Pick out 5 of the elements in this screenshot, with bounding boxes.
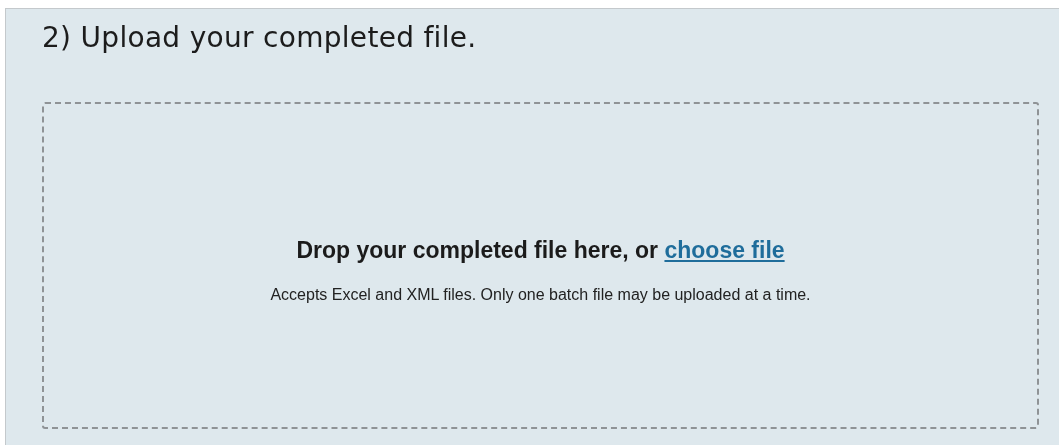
choose-file-link[interactable]: choose file <box>664 237 785 263</box>
drop-zone[interactable]: Drop your completed file here, or choose file Accepts Excel and XML files. Only one batch file may be uploaded at a time. <box>42 102 1039 429</box>
drop-prompt: Drop your completed file here, or <box>296 237 659 263</box>
section-heading: 2) Upload your completed file. <box>42 21 477 54</box>
accepted-files-note: Accepts Excel and XML files. Only one batch file may be uploaded at a time. <box>270 286 811 304</box>
